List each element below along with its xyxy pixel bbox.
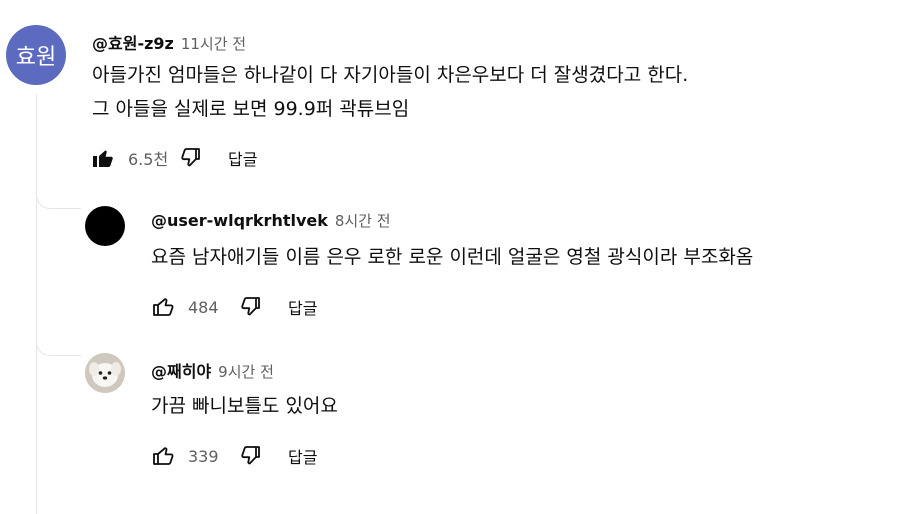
- timestamp[interactable]: 8시간 전: [335, 210, 391, 231]
- thumbs-down-icon[interactable]: [238, 443, 264, 469]
- dog-avatar-image: [85, 353, 125, 393]
- avatar[interactable]: [85, 353, 125, 393]
- like-count: 484: [188, 297, 219, 317]
- thumbs-down-icon[interactable]: [238, 294, 264, 320]
- comment-actions: 6.5천 답글: [90, 143, 257, 173]
- reply-line: 가끔 빠니보틀도 있어요: [151, 395, 338, 417]
- thread-line: [36, 94, 37, 514]
- reply-header: @째히야 9시간 전: [151, 358, 274, 382]
- avatar[interactable]: 효원: [6, 25, 66, 85]
- thumbs-up-icon[interactable]: [150, 294, 176, 320]
- reply-connector: [36, 337, 81, 356]
- reply-button[interactable]: 답글: [288, 444, 317, 468]
- reply-connector: [36, 190, 81, 209]
- reply-line: 요즘 남자애기들 이름 은우 로한 로운 이런데 얼굴은 영철 광식이라 부조화…: [151, 246, 754, 268]
- thumbs-up-icon[interactable]: [150, 443, 176, 469]
- like-count: 339: [188, 446, 219, 466]
- author-name[interactable]: @효원-z9z: [92, 30, 174, 54]
- comment-text: 아들가진 엄마들은 하나같이 다 자기아들이 차은우보다 더 잘생겼다고 한다.…: [92, 58, 688, 126]
- reply-actions: 484 답글: [150, 292, 317, 322]
- reply-actions: 339 답글: [150, 441, 317, 471]
- reply-text: 가끔 빠니보틀도 있어요: [151, 389, 338, 423]
- thumbs-down-icon[interactable]: [178, 145, 204, 171]
- timestamp[interactable]: 9시간 전: [218, 361, 274, 382]
- like-count: 6.5천: [128, 150, 169, 169]
- comment-line: 그 아들을 실제로 보면 99.9퍼 곽튜브임: [92, 98, 410, 120]
- reply-button[interactable]: 답글: [288, 295, 317, 319]
- thumbs-up-icon[interactable]: [90, 145, 116, 171]
- author-name[interactable]: @user-wlqrkrhtlvek: [151, 211, 328, 230]
- avatar[interactable]: [85, 206, 125, 246]
- timestamp[interactable]: 11시간 전: [181, 33, 246, 54]
- comment-header: @효원-z9z 11시간 전: [92, 30, 246, 54]
- reply-button[interactable]: 답글: [228, 146, 257, 170]
- author-name[interactable]: @째히야: [151, 358, 211, 382]
- avatar-initials: 효원: [15, 45, 57, 70]
- comment-line: 아들가진 엄마들은 하나같이 다 자기아들이 차은우보다 더 잘생겼다고 한다.: [92, 64, 689, 86]
- reply-text: 요즘 남자애기들 이름 은우 로한 로운 이런데 얼굴은 영철 광식이라 부조화…: [151, 240, 753, 274]
- reply-header: @user-wlqrkrhtlvek 8시간 전: [151, 210, 391, 231]
